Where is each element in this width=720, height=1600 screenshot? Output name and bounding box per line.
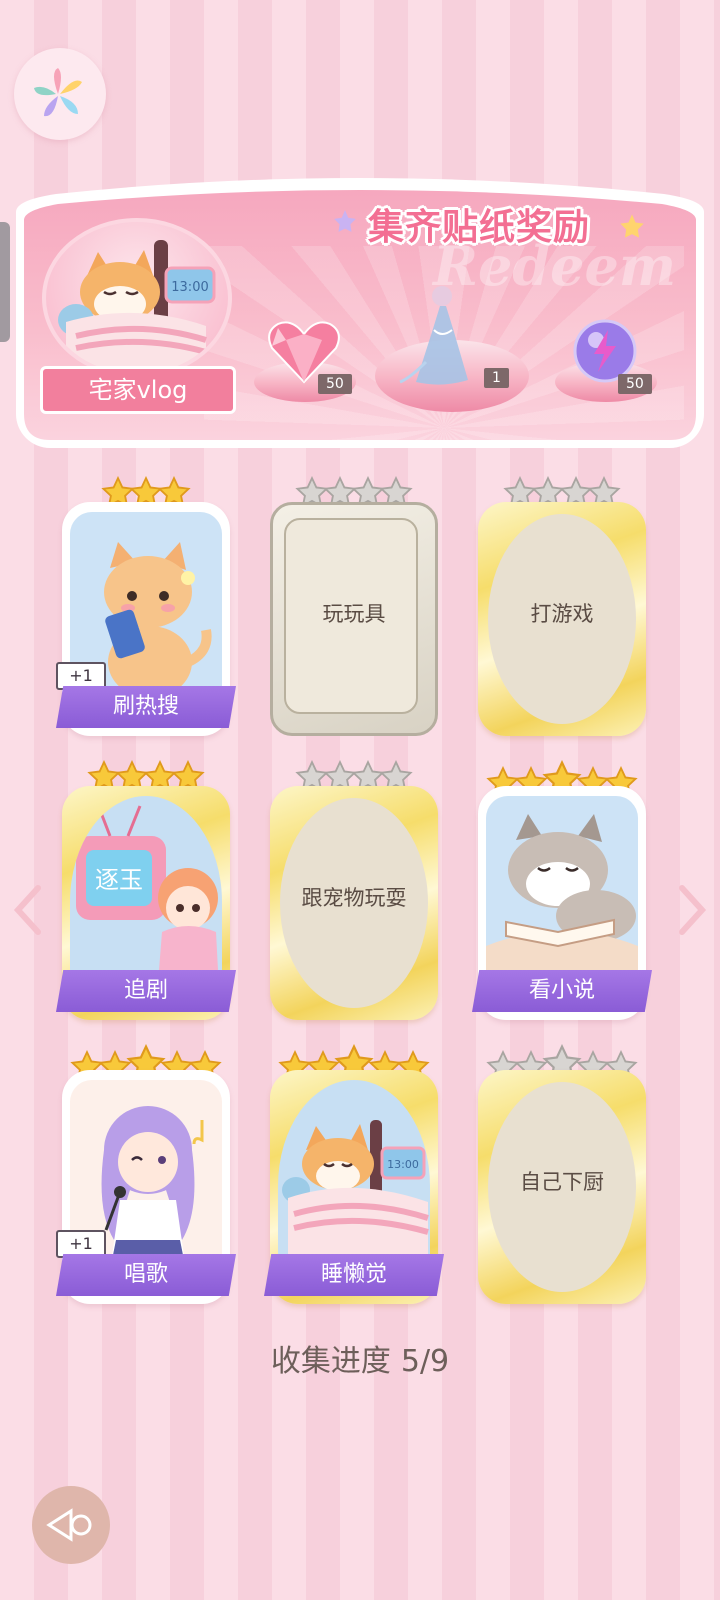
svg-text:13:00: 13:00: [171, 280, 208, 295]
sticker-card[interactable]: 看小说: [472, 760, 652, 1020]
card-label: 追剧: [56, 970, 236, 1012]
sticker-card[interactable]: 跟宠物玩耍: [270, 760, 438, 1020]
app-logo-button[interactable]: [14, 48, 106, 140]
card-label: 自己下厨: [520, 1170, 604, 1194]
new-badge: +1: [56, 1230, 106, 1258]
side-drawer-handle[interactable]: [0, 222, 10, 342]
prev-page-arrow-icon[interactable]: [8, 880, 48, 940]
card-label: 跟宠物玩耍: [301, 886, 407, 910]
progress-label: 收集进度: [270, 1344, 391, 1379]
reward-count: 1: [484, 368, 509, 388]
theme-label: 宅家vlog: [40, 366, 236, 414]
card-label: 打游戏: [530, 602, 594, 626]
pinwheel-logo-icon: [34, 68, 82, 117]
sticker-card[interactable]: 13:00 睡懒觉: [264, 1044, 444, 1304]
sticker-card[interactable]: 逐玉 追剧: [56, 760, 236, 1020]
svg-text:13:00: 13:00: [387, 1158, 419, 1171]
theme-avatar: 13:00: [42, 218, 232, 378]
sticker-card[interactable]: 打游戏: [478, 476, 646, 736]
dress-costume-icon[interactable]: [396, 282, 476, 390]
new-badge: +1: [56, 662, 106, 690]
back-arrow-icon: [46, 1508, 92, 1542]
sleeping-dog-icon: 13:00: [58, 240, 216, 372]
progress-value: 5/9: [400, 1344, 450, 1379]
sticker-card[interactable]: 玩玩具: [270, 476, 438, 736]
card-label: 刷热搜: [56, 686, 236, 728]
banner-title: 集齐贴纸奖励: [368, 207, 591, 248]
next-page-arrow-icon[interactable]: [672, 880, 712, 940]
card-label: 唱歌: [56, 1254, 236, 1296]
collection-progress: 收集进度 5/9: [0, 1336, 720, 1380]
card-label: 玩玩具: [322, 602, 386, 626]
reward-count: 50: [618, 374, 652, 394]
reward-count: 50: [318, 374, 352, 394]
card-label: 看小说: [472, 970, 652, 1012]
sticker-card[interactable]: 自己下厨: [478, 1044, 646, 1304]
sparkle-star-icon: [334, 210, 356, 232]
tv-screen-text: 逐玉: [95, 866, 143, 894]
card-label: 睡懒觉: [264, 1254, 444, 1296]
sticker-card[interactable]: +1 刷热搜: [56, 476, 236, 736]
back-button[interactable]: [32, 1486, 110, 1564]
sparkle-star-icon: [620, 214, 644, 238]
sticker-card[interactable]: +1 唱歌: [56, 1044, 236, 1304]
